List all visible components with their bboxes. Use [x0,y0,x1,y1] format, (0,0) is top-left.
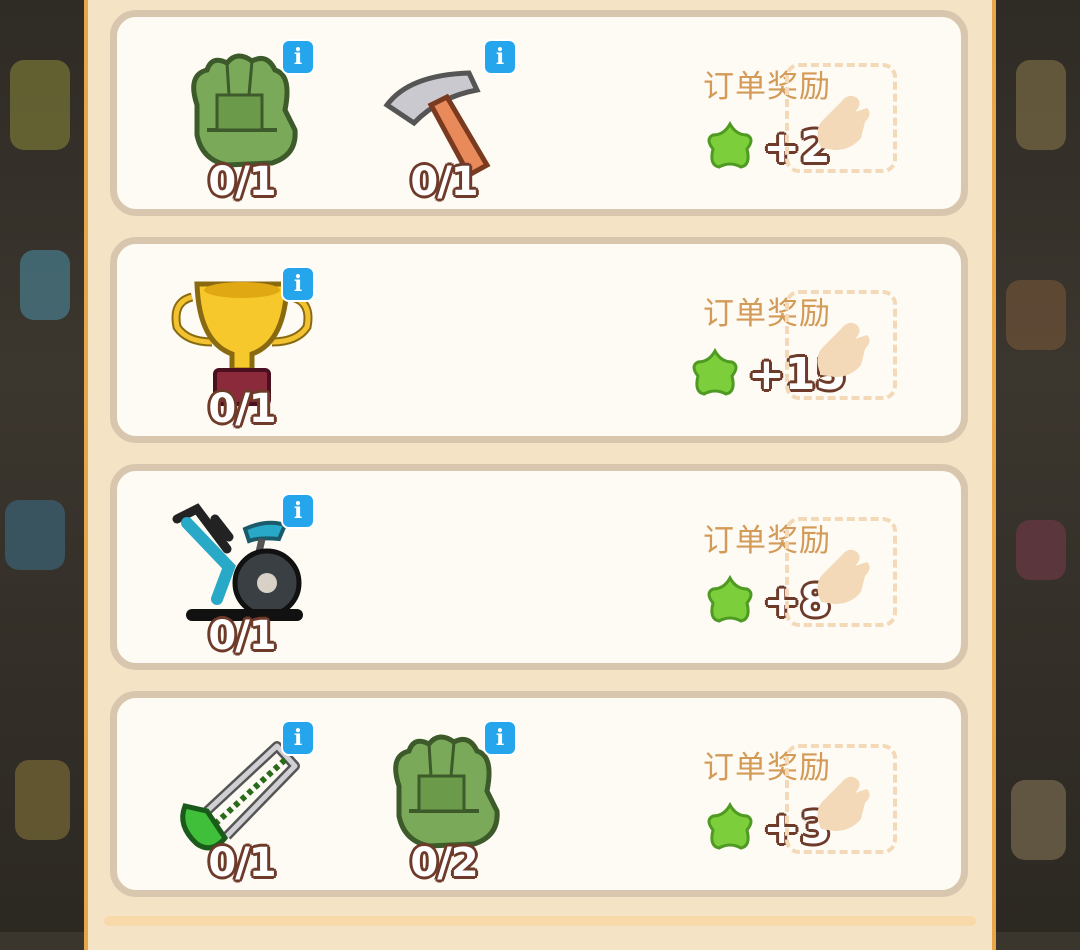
item-count: 0/1 [208,159,276,205]
green-star-icon [707,121,753,169]
background-right [996,0,1080,932]
info-icon[interactable]: i [281,493,315,529]
info-icon[interactable]: i [483,720,517,756]
info-icon[interactable]: i [483,39,517,75]
item-count: 0/1 [410,159,478,205]
order-card-4[interactable]: 0/1 i 0/2 i 订单奖励 +3 [110,691,968,897]
submit-slot[interactable] [785,744,897,854]
submit-slot[interactable] [785,517,897,627]
pointing-hand-icon [817,776,870,831]
info-icon[interactable]: i [281,266,315,302]
item-count: 0/2 [410,840,478,886]
green-star-icon [707,802,753,850]
panel-bottom-edge [104,916,976,926]
order-card-1[interactable]: 0/1 i 0/1 i 订单奖励 +2 [110,10,968,216]
green-star-icon [692,348,738,396]
order-card-2[interactable]: 0/1 i 订单奖励 +15 [110,237,968,443]
item-count: 0/1 [208,840,276,886]
item-count: 0/1 [208,613,276,659]
item-count: 0/1 [208,386,276,432]
background-left [0,0,84,932]
submit-slot[interactable] [785,63,897,173]
pointing-hand-icon [817,549,870,604]
info-icon[interactable]: i [281,720,315,756]
pointing-hand-icon [817,322,870,377]
green-star-icon [707,575,753,623]
submit-slot[interactable] [785,290,897,400]
pointing-hand-icon [817,95,870,150]
info-icon[interactable]: i [281,39,315,75]
order-card-3[interactable]: 0/1 i 订单奖励 +8 [110,464,968,670]
